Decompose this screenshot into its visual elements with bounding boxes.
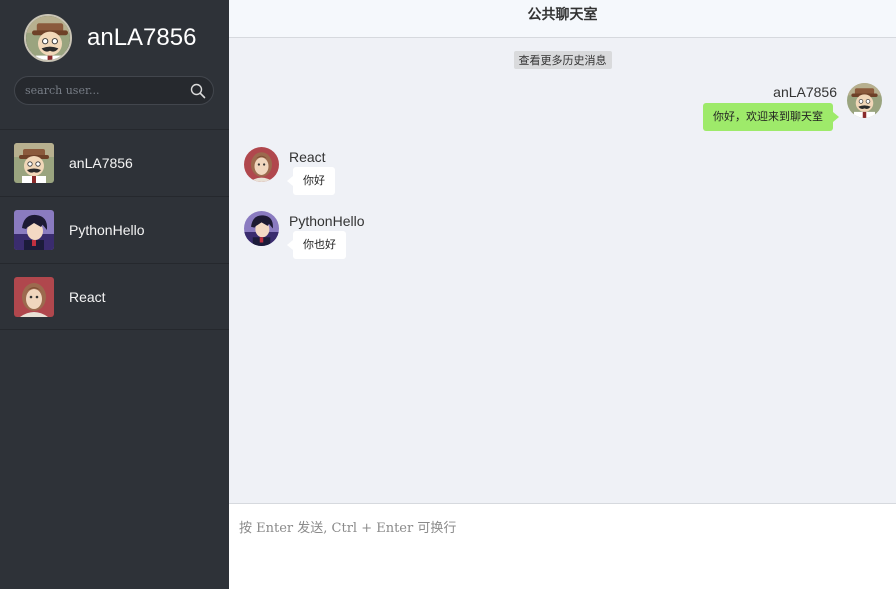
- user-avatar: [14, 210, 54, 250]
- user-avatar: [14, 143, 54, 183]
- message-avatar[interactable]: [244, 211, 279, 246]
- search-box: [14, 76, 214, 105]
- chat-panel: 公共聊天室 查看更多历史消息 anLA7856 你好，欢迎来到聊天室 React…: [229, 0, 896, 589]
- message-sender: anLA7856: [773, 84, 837, 100]
- chat-message-other: PythonHello 你也好: [229, 209, 896, 264]
- chat-title: 公共聊天室: [527, 6, 598, 23]
- user-name: PythonHello: [69, 222, 145, 238]
- chat-message-self: anLA7856 你好，欢迎来到聊天室: [229, 80, 896, 140]
- load-history-button[interactable]: 查看更多历史消息: [513, 51, 612, 69]
- user-list: anLA7856 PythonHello React: [0, 129, 229, 330]
- current-user-avatar[interactable]: [24, 14, 72, 62]
- search-input[interactable]: [25, 84, 183, 97]
- user-list-item[interactable]: PythonHello: [0, 196, 229, 263]
- message-bubble: 你好，欢迎来到聊天室: [703, 103, 839, 131]
- sidebar: anLA7856 anLA7856 PythonHello: [0, 0, 229, 589]
- message-avatar[interactable]: [244, 147, 279, 182]
- chat-message-other: React 你好: [229, 145, 896, 200]
- user-list-item[interactable]: React: [0, 263, 229, 330]
- message-input[interactable]: [229, 504, 896, 589]
- message-bubble: 你好: [287, 167, 335, 195]
- user-avatar: [14, 277, 54, 317]
- message-sender: React: [289, 149, 326, 165]
- user-list-item[interactable]: anLA7856: [0, 129, 229, 196]
- message-bubble: 你也好: [287, 231, 346, 259]
- search-icon[interactable]: [183, 77, 213, 104]
- user-name: React: [69, 288, 106, 305]
- current-user-profile: anLA7856: [0, 0, 229, 76]
- chat-header: 公共聊天室: [229, 0, 896, 38]
- message-sender: PythonHello: [289, 213, 365, 229]
- user-name: anLA7856: [69, 155, 133, 171]
- message-composer: [229, 503, 896, 589]
- history-row: 查看更多历史消息: [229, 49, 896, 69]
- message-avatar[interactable]: [847, 83, 882, 118]
- current-user-name: anLA7856: [87, 24, 197, 51]
